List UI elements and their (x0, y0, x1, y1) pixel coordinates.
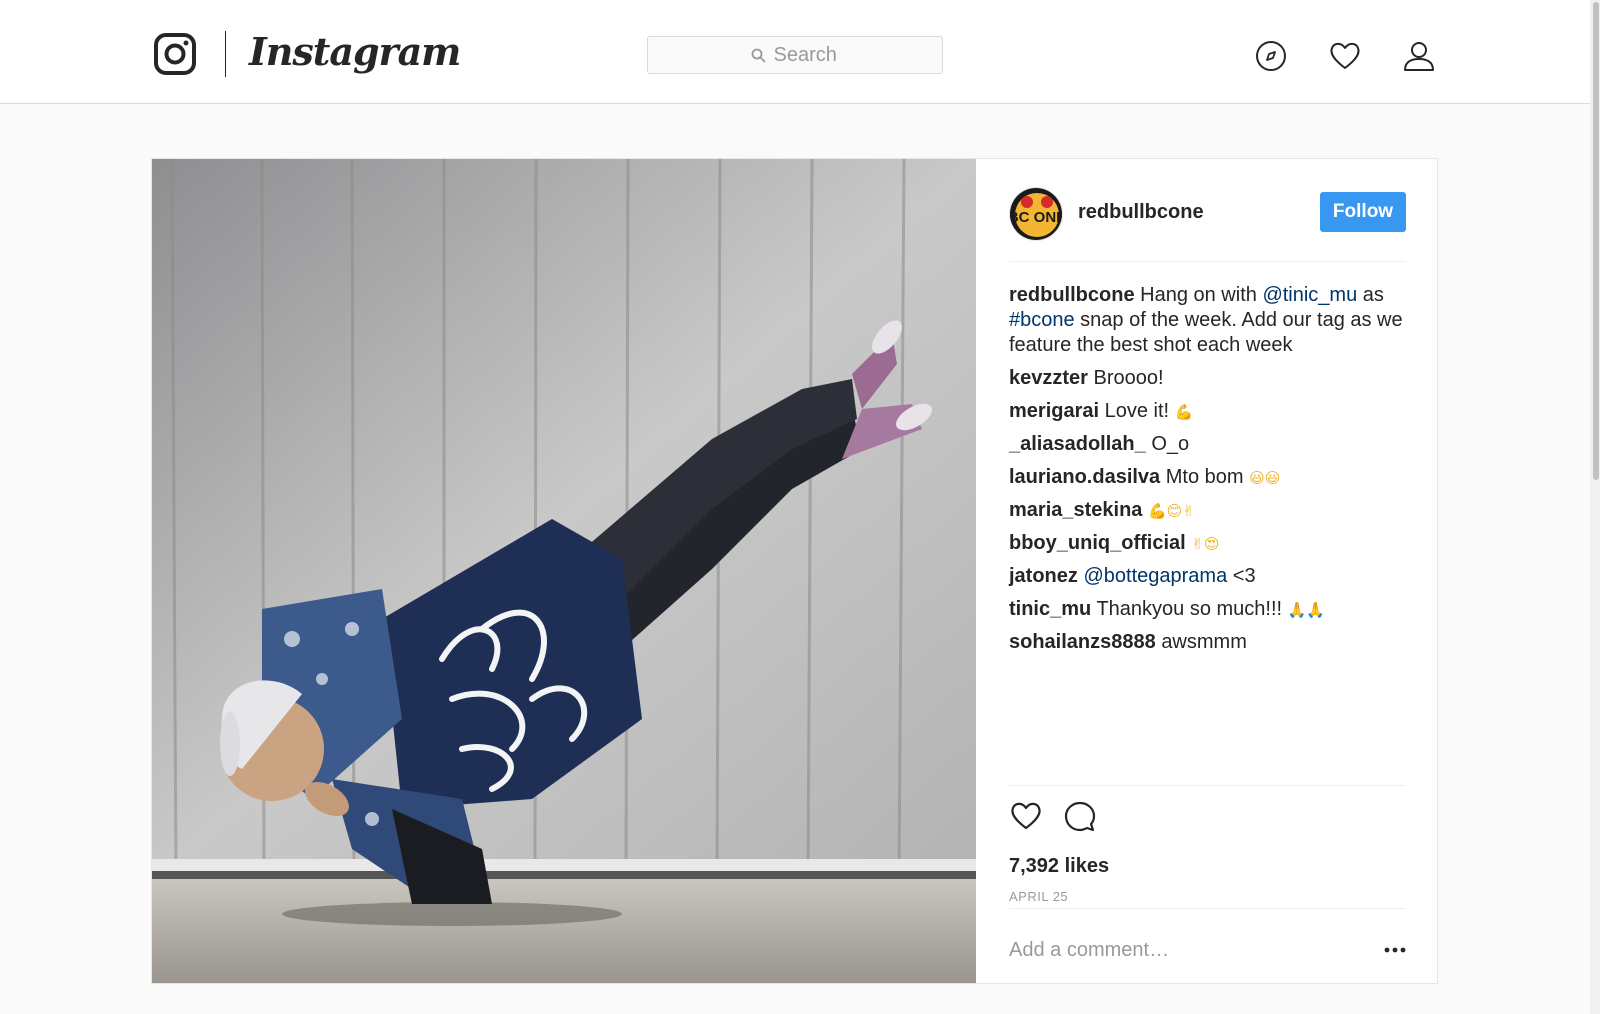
comment-username[interactable]: jatonez (1009, 565, 1078, 587)
author-username[interactable]: redbullbcone (1078, 201, 1204, 224)
post-sidebar: BC ONE redbullbcone Follow redbullbcone … (976, 159, 1437, 983)
comment-item: lauriano.dasilva Mto bom 😃😃 (1009, 465, 1406, 490)
search-icon (751, 48, 765, 62)
comment-item: tinic_mu Thankyou so much!!! 🙏🙏 (1009, 597, 1406, 622)
comment-item: merigarai Love it! 💪 (1009, 399, 1406, 424)
comment-icon[interactable] (1063, 799, 1097, 833)
caption-text-1: Hang on with (1134, 284, 1263, 306)
caption-text-2: as (1357, 284, 1384, 306)
post-header: BC ONE redbullbcone Follow (1009, 187, 1406, 241)
caption-username[interactable]: redbullbcone (1009, 284, 1135, 306)
post-caption: redbullbcone Hang on with @tinic_mu as #… (1009, 283, 1406, 358)
comment-emoji: 🙏🙏 (1287, 601, 1326, 619)
comment-emoji: ✌😍 (1191, 535, 1220, 553)
comment-username[interactable]: kevzzter (1009, 367, 1088, 389)
comment-text: Broooo! (1093, 367, 1164, 389)
comment-username[interactable]: bboy_uniq_official (1009, 532, 1186, 554)
search-input[interactable] (773, 43, 840, 67)
comment-text: Thankyou so much!!! (1096, 598, 1283, 620)
comment-text: awsmmm (1161, 631, 1247, 653)
instagram-wordmark[interactable]: Instagram (249, 24, 461, 80)
comment-input-divider (1009, 908, 1406, 909)
add-comment-input[interactable] (1009, 934, 1349, 966)
comment-item: maria_stekina 💪😊✌ (1009, 498, 1406, 523)
comment-emoji: 😃😃 (1249, 469, 1281, 487)
caption-mention[interactable]: @tinic_mu (1262, 284, 1357, 306)
comment-item: kevzzter Broooo! (1009, 366, 1406, 391)
compass-icon[interactable] (1254, 39, 1288, 73)
header-divider (1009, 261, 1406, 262)
comment-item: jatonez @bottegaprama <3 (1009, 564, 1406, 589)
comment-username[interactable]: sohailanzs8888 (1009, 631, 1156, 653)
logo-divider (225, 31, 226, 77)
heart-icon[interactable] (1328, 39, 1362, 73)
author-avatar[interactable]: BC ONE (1009, 187, 1063, 241)
person-icon[interactable] (1402, 39, 1436, 73)
likes-count[interactable]: 7,392 likes (1009, 855, 1109, 878)
comment-item: bboy_uniq_official ✌😍 (1009, 531, 1406, 556)
page-scrollbar-thumb[interactable] (1593, 2, 1599, 480)
breakdancer-photo-illustration (152, 159, 976, 983)
red-bull-bc-one-logo: BC ONE (1010, 188, 1063, 240)
follow-button[interactable]: Follow (1320, 192, 1406, 232)
comment-item: sohailanzs8888 awsmmm (1009, 630, 1406, 655)
comment-text: Love it! (1104, 400, 1170, 422)
post-date[interactable]: APRIL 25 (1009, 889, 1068, 904)
more-icon[interactable] (1382, 937, 1408, 963)
comment-username[interactable]: lauriano.dasilva (1009, 466, 1160, 488)
caption-hashtag[interactable]: #bcone (1009, 309, 1075, 331)
comment-emoji: 💪😊✌ (1147, 502, 1195, 520)
comment-username[interactable]: tinic_mu (1009, 598, 1091, 620)
comment-item: _aliasadollah_ O_o (1009, 432, 1406, 457)
heart-icon[interactable] (1009, 799, 1043, 833)
comments-list: redbullbcone Hang on with @tinic_mu as #… (1009, 283, 1406, 663)
comment-text: Mto bom (1165, 466, 1244, 488)
top-navigation-bar: Instagram (0, 0, 1590, 104)
post-actions (1009, 799, 1109, 835)
instagram-logo-icon[interactable] (154, 33, 196, 75)
comment-mention[interactable]: @bottegaprama (1083, 565, 1227, 587)
comment-text: <3 (1232, 565, 1256, 587)
post-photo[interactable] (152, 159, 976, 983)
search-box[interactable] (647, 36, 943, 74)
comment-username[interactable]: maria_stekina (1009, 499, 1142, 521)
actions-divider (1009, 785, 1406, 786)
comment-emoji: 💪 (1174, 403, 1194, 421)
comment-username[interactable]: _aliasadollah_ (1009, 433, 1146, 455)
comment-username[interactable]: merigarai (1009, 400, 1099, 422)
avatar-logo-text: BC ONE (1010, 209, 1063, 226)
comment-text: O_o (1151, 433, 1190, 455)
